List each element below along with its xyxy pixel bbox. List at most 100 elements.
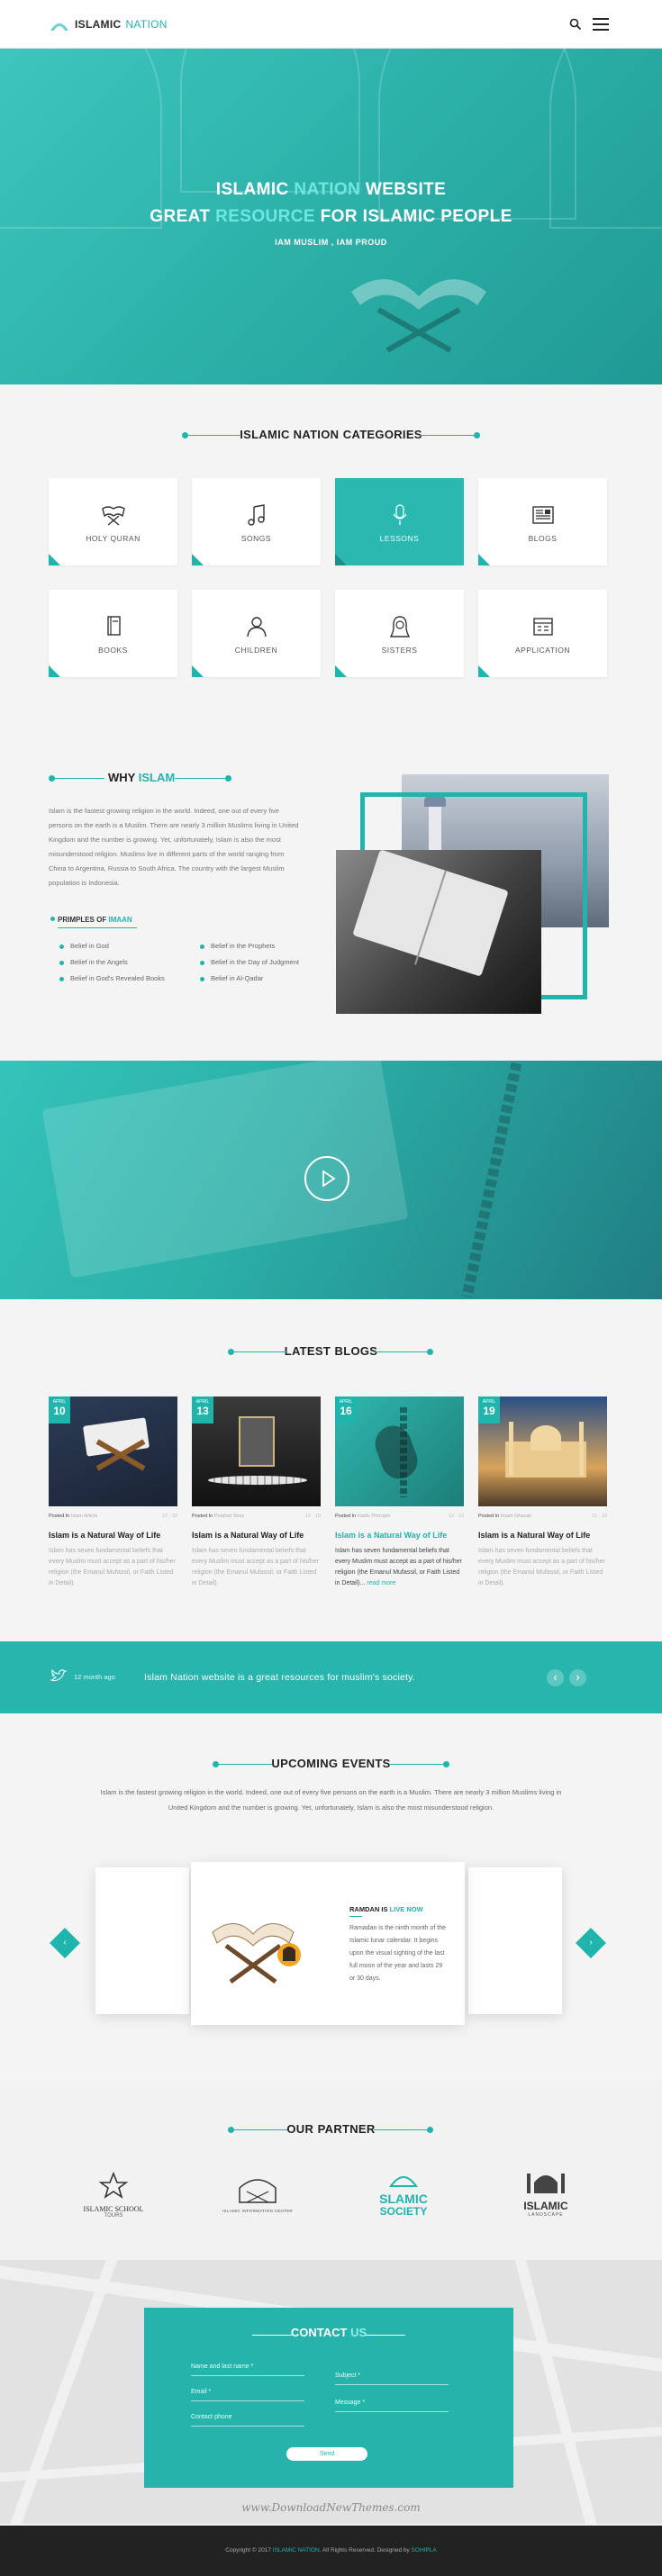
blog-image[interactable]: APRIL 19 bbox=[478, 1396, 607, 1506]
contact-title: CONTACT US bbox=[290, 2326, 367, 2339]
belief-item: Belief in Al-Qadar bbox=[200, 974, 263, 982]
partner-title: OUR PARTNER bbox=[0, 2121, 662, 2139]
mosque-lantern-icon bbox=[239, 2179, 277, 2203]
quran-icon bbox=[102, 506, 125, 526]
blog-excerpt: Islam has seven fundamental beliefs that… bbox=[49, 1548, 176, 1586]
category-holy-quran[interactable]: HOLY QURAN bbox=[49, 478, 177, 565]
site-footer: Copyright © 2017 ISLAMIC NATION. All Rig… bbox=[0, 2526, 662, 2576]
event-card-side[interactable] bbox=[468, 1867, 562, 2014]
categories-title: ISLAMIC NATION CATEGORIES bbox=[0, 427, 662, 445]
blogs-title: LATEST BLOGS bbox=[0, 1343, 662, 1361]
category-blogs[interactable]: BLOGS bbox=[478, 478, 607, 565]
hero-title-line2: GREAT RESOURCE FOR ISLAMIC PEOPLE bbox=[150, 207, 512, 226]
twitter-icon[interactable] bbox=[50, 1669, 67, 1683]
logo-text-light: NATION bbox=[125, 18, 168, 31]
blog-title[interactable]: Islam is a Natural Way of Life bbox=[49, 1531, 177, 1540]
partner-logo[interactable]: ISLAMIC SCHOOL TOURS bbox=[70, 2171, 157, 2226]
blog-date-badge: APRIL 10 bbox=[49, 1396, 70, 1424]
blog-meta: Posted In Islam Article 12 · 10 bbox=[49, 1514, 177, 1519]
contact-form: CONTACT US Name and last name * Subject … bbox=[144, 2308, 513, 2488]
category-children[interactable]: CHILDREN bbox=[192, 590, 321, 677]
event-text: Ramadan is the ninth month of the Islami… bbox=[349, 1925, 447, 1982]
book-icon bbox=[107, 616, 121, 636]
read-more-link[interactable]: read more bbox=[367, 1580, 395, 1586]
blog-title[interactable]: Islam is a Natural Way of Life bbox=[478, 1531, 607, 1540]
search-icon[interactable] bbox=[569, 18, 582, 31]
site-header: ISLAMIC NATION bbox=[0, 0, 662, 49]
tweet-bar: 12 month ago Islam Nation website is a g… bbox=[0, 1641, 662, 1713]
quran-stand-image bbox=[351, 279, 486, 353]
belief-item: Belief in God's Revealed Books bbox=[59, 974, 165, 982]
event-title: RAMDAN IS LIVE NOW bbox=[349, 1905, 423, 1913]
footer-brand-link[interactable]: ISLAMIC NATION bbox=[273, 2547, 320, 2553]
events-next-button[interactable]: › bbox=[576, 1928, 606, 1958]
blog-date-badge: APRIL 19 bbox=[478, 1396, 500, 1424]
blog-title[interactable]: Islam is a Natural Way of Life bbox=[192, 1531, 321, 1540]
tweet-next-button[interactable]: › bbox=[569, 1669, 586, 1686]
hero-title-line1: ISLAMIC NATION WEBSITE bbox=[215, 180, 447, 199]
hero-banner: ISLAMIC NATION WEBSITE GREAT RESOURCE FO… bbox=[0, 49, 662, 384]
music-note-icon bbox=[248, 504, 265, 526]
phone-input[interactable]: Contact phone bbox=[191, 2414, 304, 2427]
mosque-logo-icon bbox=[50, 23, 68, 31]
child-icon bbox=[247, 617, 267, 637]
blog-excerpt: Islam has seven fundamental beliefs that… bbox=[478, 1548, 605, 1586]
principles-heading: PRIMPLES OF IMAAN bbox=[58, 916, 137, 928]
belief-item: Belief in God bbox=[59, 942, 109, 950]
blog-title[interactable]: Islam is a Natural Way of Life bbox=[335, 1531, 464, 1540]
blog-meta: Posted In Prophet Story 12 · 10 bbox=[192, 1514, 321, 1519]
partner-logo[interactable]: ISLAMIC INFORMATION CENTER bbox=[213, 2172, 303, 2226]
dome-icon bbox=[389, 2176, 418, 2187]
category-application[interactable]: APPLICATION bbox=[478, 590, 607, 677]
star-crescent-icon bbox=[98, 2171, 129, 2199]
newspaper-icon bbox=[532, 506, 554, 524]
microphone-icon bbox=[393, 504, 407, 525]
tweet-text: Islam Nation website is a great resource… bbox=[144, 1672, 415, 1683]
hero-subtitle: IAM MUSLIM , IAM PROUD bbox=[275, 238, 387, 247]
blog-date-badge: APRIL 16 bbox=[335, 1396, 357, 1424]
events-prev-button[interactable]: ‹ bbox=[50, 1928, 80, 1958]
hijab-icon bbox=[389, 616, 411, 637]
site-logo[interactable]: ISLAMIC NATION bbox=[49, 13, 168, 36]
application-icon bbox=[533, 618, 553, 636]
events-description: Islam is the fastest growing religion in… bbox=[100, 1788, 562, 1812]
hamburger-icon[interactable] bbox=[593, 18, 609, 31]
logo-text-bold: ISLAMIC bbox=[75, 18, 122, 31]
play-icon[interactable] bbox=[304, 1156, 349, 1201]
belief-item: Belief in the Prophets bbox=[200, 942, 275, 950]
blog-image[interactable]: APRIL 16 bbox=[335, 1396, 464, 1506]
events-title: UPCOMING EVENTS bbox=[0, 1756, 662, 1774]
event-card-main[interactable]: RAMDAN IS LIVE NOW Ramadan is the ninth … bbox=[191, 1862, 465, 2025]
message-input[interactable]: Message * bbox=[335, 2400, 449, 2412]
tweet-time: 12 month ago bbox=[74, 1673, 115, 1681]
send-button[interactable]: Send bbox=[286, 2447, 367, 2461]
blog-card[interactable]: APRIL 16 Posted In Hadis Principle 12 · 10… bbox=[335, 1396, 464, 1589]
name-input[interactable]: Name and last name * bbox=[191, 2364, 304, 2376]
video-banner bbox=[0, 1061, 662, 1299]
watermark: www.DownloadNewThemes.com bbox=[241, 2501, 421, 2514]
email-input[interactable]: Email * bbox=[191, 2389, 304, 2401]
category-sisters[interactable]: SISTERS bbox=[335, 590, 464, 677]
blog-excerpt: Islam has seven fundamental beliefs that… bbox=[335, 1548, 462, 1586]
blog-image[interactable]: APRIL 13 bbox=[192, 1396, 321, 1506]
category-songs[interactable]: SONGS bbox=[192, 478, 321, 565]
footer-designer-link[interactable]: SOHIPLA bbox=[412, 2547, 437, 2553]
category-lessons[interactable]: LESSONS bbox=[335, 478, 464, 565]
event-card-side[interactable] bbox=[95, 1867, 189, 2014]
why-islam-text: Islam is the fastest growing religion in… bbox=[49, 807, 299, 887]
partner-logo[interactable]: ISLAMIC LANDSCAPE bbox=[510, 2168, 582, 2226]
category-books[interactable]: BOOKS bbox=[49, 590, 177, 677]
blog-card[interactable]: APRIL 13 Posted In Prophet Story 12 · 10 I… bbox=[192, 1396, 321, 1589]
why-islam-title: WHY ISLAM bbox=[49, 770, 238, 788]
event-quran-stand-image bbox=[212, 1923, 301, 1984]
belief-item: Belief in the Angels bbox=[59, 958, 128, 966]
belief-item: Belief in the Day of Judgment bbox=[200, 958, 299, 966]
blog-card[interactable]: APRIL 19 Posted In Imam Ghazali 12 · 10 Is… bbox=[478, 1396, 607, 1589]
blog-meta: Posted In Imam Ghazali 12 · 10 bbox=[478, 1514, 607, 1519]
tweet-prev-button[interactable]: ‹ bbox=[547, 1669, 564, 1686]
blog-card[interactable]: APRIL 10 Posted In Islam Article 12 · 10 I… bbox=[49, 1396, 177, 1589]
blog-image[interactable]: APRIL 10 bbox=[49, 1396, 177, 1506]
blog-date-badge: APRIL 13 bbox=[192, 1396, 213, 1424]
partner-logo[interactable]: SLAMIC SOCIETY bbox=[360, 2168, 447, 2228]
subject-input[interactable]: Subject * bbox=[335, 2373, 449, 2385]
